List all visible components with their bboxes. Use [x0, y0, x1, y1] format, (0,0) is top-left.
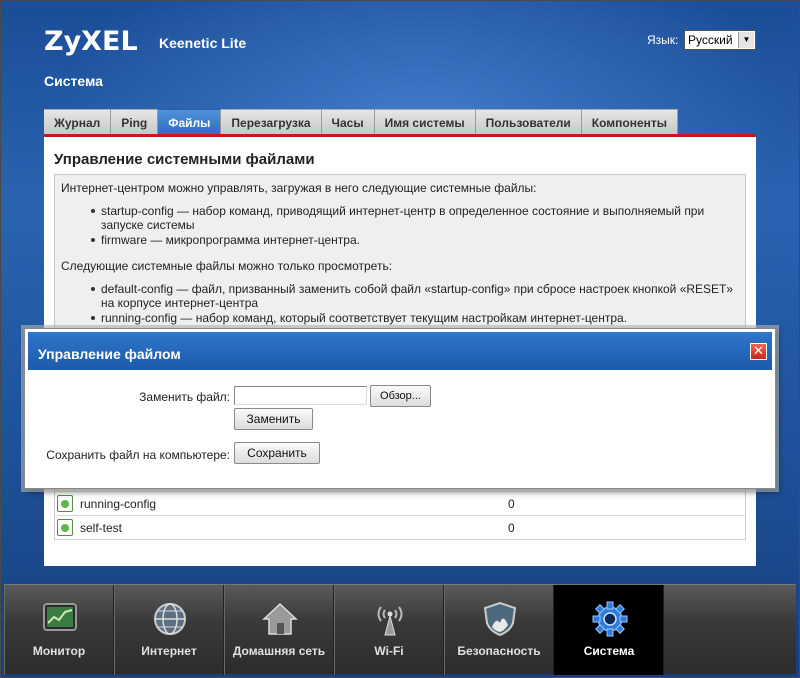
product-name: Keenetic Lite: [159, 35, 247, 51]
replace-button[interactable]: Заменить: [234, 408, 313, 430]
globe-icon: [154, 603, 186, 635]
shield-icon: [483, 601, 517, 637]
tab-components[interactable]: Компоненты: [581, 109, 679, 134]
gear-icon: [592, 601, 628, 637]
table-row[interactable]: self-test 0: [55, 515, 745, 539]
language-label: Язык:: [647, 33, 679, 47]
dock-item-wifi[interactable]: Wi-Fi: [334, 585, 444, 675]
chevron-down-icon: ▼: [738, 32, 754, 48]
tab-ping[interactable]: Ping: [111, 109, 159, 134]
tab-files[interactable]: Файлы: [158, 109, 222, 134]
dock-item-monitor[interactable]: Монитор: [4, 585, 114, 675]
list-item: running-config — набор команд, который с…: [91, 311, 739, 325]
loadable-files-list: startup-config — набор команд, приводящи…: [91, 204, 739, 247]
list-item: startup-config — набор команд, приводящи…: [91, 204, 739, 232]
dock-item-internet[interactable]: Интернет: [114, 585, 224, 675]
viewable-files-list: default-config — файл, призванный замени…: [91, 282, 739, 325]
tab-reboot[interactable]: Перезагрузка: [221, 109, 322, 134]
tab-bar: Журнал Ping Файлы Перезагрузка Часы Имя …: [44, 109, 679, 134]
list-item: firmware — микропрограмма интернет-центр…: [91, 233, 739, 247]
save-file-label: Сохранить файл на компьютере:: [46, 448, 230, 462]
dock-label: Монитор: [32, 644, 86, 658]
file-name-link[interactable]: self-test: [80, 521, 122, 535]
page-title: Управление системными файлами: [54, 151, 315, 168]
dock-label: Wi-Fi: [374, 644, 404, 658]
browse-button[interactable]: Обзор...: [370, 385, 431, 407]
file-management-dialog: Управление файлом ✕ Заменить файл: Обзор…: [24, 328, 776, 489]
dock-label: Система: [583, 644, 635, 658]
info-intro: Интернет-центром можно управлять, загруж…: [61, 181, 537, 195]
language-select-value: Русский: [688, 33, 733, 47]
dock-item-system[interactable]: Система: [554, 585, 664, 675]
home-icon: [262, 602, 298, 635]
dialog-title: Управление файлом: [38, 346, 181, 362]
file-size: 0: [508, 521, 515, 535]
tab-clock[interactable]: Часы: [321, 109, 375, 134]
tab-system-name[interactable]: Имя системы: [374, 109, 476, 134]
file-name-link[interactable]: running-config: [80, 497, 156, 511]
table-row[interactable]: running-config 0: [55, 491, 745, 515]
dock-label: Безопасность: [457, 644, 541, 658]
monitor-icon: [43, 603, 77, 631]
bottom-dock: Монитор Интернет Домашняя сеть Wi-Fi Без…: [4, 584, 796, 675]
dock-label: Домашняя сеть: [232, 644, 326, 658]
wifi-antenna-icon: [377, 606, 403, 636]
file-icon: [57, 495, 73, 512]
file-icon: [57, 519, 73, 536]
dock-label: Интернет: [141, 644, 197, 658]
close-icon[interactable]: ✕: [750, 343, 767, 360]
tab-journal[interactable]: Журнал: [44, 109, 112, 134]
dialog-header: Управление файлом ✕: [28, 332, 772, 370]
zyxel-logo: ZyXEL: [44, 26, 138, 57]
dock-item-security[interactable]: Безопасность: [444, 585, 554, 675]
list-item: default-config — файл, призванный замени…: [91, 282, 739, 310]
info-view-intro: Следующие системные файлы можно только п…: [61, 259, 393, 273]
section-title: Система: [44, 73, 103, 89]
tab-users[interactable]: Пользователи: [475, 109, 582, 134]
file-path-input[interactable]: [234, 386, 367, 405]
dock-item-home-network[interactable]: Домашняя сеть: [224, 585, 334, 675]
replace-file-label: Заменить файл:: [139, 390, 230, 404]
file-size: 0: [508, 497, 515, 511]
language-select[interactable]: Русский ▼: [684, 30, 756, 50]
save-button[interactable]: Сохранить: [234, 442, 320, 464]
